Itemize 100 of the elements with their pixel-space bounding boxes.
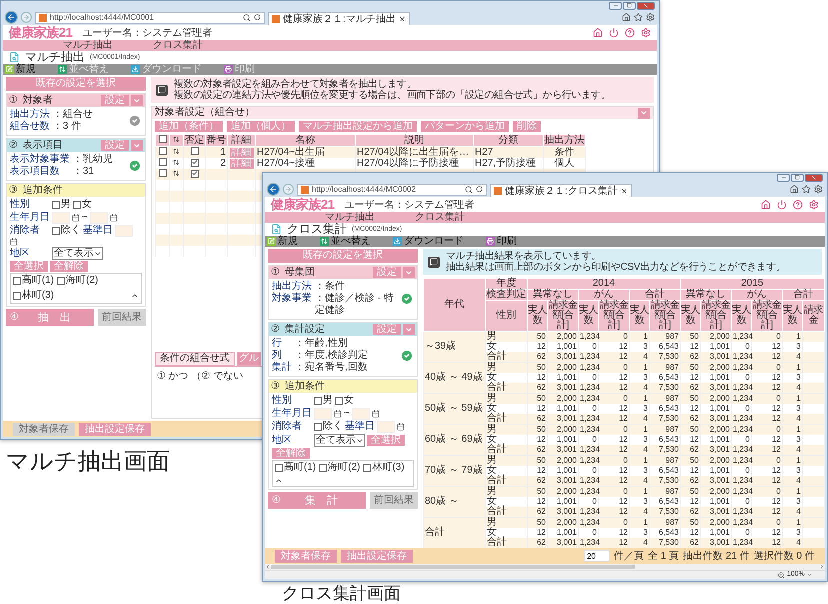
gender-option[interactable]: 男 (314, 395, 333, 407)
sort-icon (173, 148, 180, 155)
maximize-button[interactable] (791, 174, 804, 182)
zoom-icon (778, 572, 786, 578)
maximize-button[interactable] (623, 2, 636, 10)
area-select[interactable]: 全て表示 (314, 434, 365, 447)
area-option[interactable]: 海町(2) (57, 275, 98, 287)
negate-checkbox[interactable] (190, 158, 198, 166)
close-button[interactable] (637, 2, 655, 10)
area-select[interactable]: 全て表示 (52, 247, 103, 260)
table-cell: 個人 (554, 158, 574, 169)
date-field[interactable] (352, 408, 370, 420)
checkbox[interactable] (52, 201, 60, 209)
table-cell: 3 (796, 466, 801, 475)
close-button[interactable] (805, 174, 823, 182)
checkbox[interactable] (13, 292, 21, 300)
date-field[interactable] (377, 421, 395, 433)
table-cell: 12 (772, 414, 781, 423)
checkbox[interactable] (52, 227, 60, 235)
date-field[interactable] (90, 212, 108, 224)
column-header: 実人数 (782, 300, 802, 332)
calendar-icon (334, 410, 342, 418)
checkbox[interactable] (73, 201, 81, 209)
nav-item[interactable]: マルチ抽出 (63, 40, 113, 51)
toolbar-button[interactable]: 新規 (267, 236, 298, 247)
table-cell: 1,001 (710, 404, 730, 413)
nav-item[interactable]: マルチ抽出 (325, 212, 375, 223)
table-cell: 3,001 (556, 507, 577, 516)
area-option[interactable]: 海町(2) (319, 462, 360, 474)
row-checkbox[interactable] (158, 158, 166, 166)
row-header: 40歳 ～ 49歳 (425, 372, 483, 383)
address-bar[interactable]: http://localhost:4444/MC0001 (35, 12, 265, 24)
browser-tab[interactable]: 健康家族２１:クロス集計 (490, 184, 632, 197)
table-cell: 3,001 (710, 383, 730, 392)
table-cell: 0 (746, 497, 750, 506)
browser-tab[interactable]: 健康家族２１:マルチ抽出 (268, 12, 410, 25)
table-cell: 0 (624, 487, 628, 496)
table-cell: 987 (666, 332, 679, 341)
date-field[interactable] (314, 408, 332, 420)
checkbox[interactable] (314, 397, 322, 405)
row-header: 合計 (487, 444, 507, 455)
date-field[interactable] (52, 212, 70, 224)
calendar-icon (110, 214, 118, 222)
table-cell: 1 (644, 518, 648, 527)
checkbox[interactable] (319, 464, 328, 472)
scroll-right-icon (819, 564, 825, 570)
tab[interactable]: 条件の組合せ式 (155, 352, 235, 366)
exclude-option[interactable]: 除く (314, 421, 343, 433)
select-all-checkbox[interactable] (158, 135, 166, 143)
gender-option[interactable]: 男 (52, 199, 71, 211)
page-size-field[interactable]: 20 (584, 550, 610, 562)
minimize-button[interactable] (609, 2, 622, 10)
row-checkbox[interactable] (158, 147, 166, 155)
toolbar-button[interactable]: 新規 (5, 64, 36, 75)
table-cell: 3 (796, 404, 801, 413)
table-cell: 6,543 (658, 435, 679, 444)
horizontal-scrollbar[interactable] (265, 564, 825, 570)
area-option[interactable]: 高町(1) (13, 275, 54, 287)
table-cell: 3,001 (556, 414, 577, 423)
table-cell: 50 (537, 363, 546, 372)
user-name: ユーザー名：システム管理者 (344, 198, 474, 212)
nav-item[interactable]: クロス集計 (153, 40, 203, 51)
gender-option[interactable]: 女 (335, 395, 354, 407)
negate-checkbox[interactable] (190, 170, 198, 178)
checkbox[interactable] (314, 423, 322, 431)
checkbox[interactable] (57, 277, 66, 285)
field-value: ：健診／検診 - 特定健診 (315, 293, 395, 317)
column-header: 実人数 (680, 300, 700, 332)
sort-icon (173, 159, 180, 166)
table-cell: 50 (537, 487, 546, 496)
row-header: 女 (487, 527, 497, 538)
field-value: ：年齢,性別 (295, 338, 349, 350)
table-cell: 1,234 (580, 394, 600, 403)
area-option[interactable]: 高町(1) (275, 462, 316, 474)
gender-option[interactable]: 女 (73, 199, 92, 211)
date-field[interactable] (115, 225, 133, 237)
field-label: 抽出方法 (272, 281, 312, 292)
back-button[interactable] (5, 11, 18, 24)
row-checkbox[interactable] (158, 169, 166, 177)
checkbox[interactable] (363, 464, 372, 472)
table-cell: 12 (690, 466, 699, 475)
checkbox[interactable] (335, 397, 343, 405)
back-arrow-icon (7, 13, 16, 22)
checkbox[interactable] (13, 277, 21, 285)
area-option[interactable]: 林町(3) (363, 462, 405, 474)
checkbox[interactable] (275, 464, 283, 472)
close-icon (620, 188, 628, 194)
exclude-option[interactable]: 除く (52, 225, 81, 237)
row-header: 合計 (487, 506, 507, 517)
toolbar-button[interactable]: 印刷 (486, 236, 517, 247)
negate-checkbox[interactable] (190, 147, 198, 155)
address-bar[interactable]: http://localhost:4444/MC0002 (297, 184, 487, 196)
toolbar-button[interactable]: 並べ替え (320, 236, 371, 247)
minimize-button[interactable] (777, 174, 790, 182)
nav-item[interactable]: クロス集計 (415, 212, 465, 223)
area-option[interactable]: 林町(3) (13, 290, 54, 302)
caption: クロス集計画面 (282, 583, 401, 604)
toolbar-button[interactable]: ダウンロード (393, 236, 464, 247)
back-button[interactable] (267, 183, 280, 196)
field-label: 消除者 (10, 225, 41, 237)
